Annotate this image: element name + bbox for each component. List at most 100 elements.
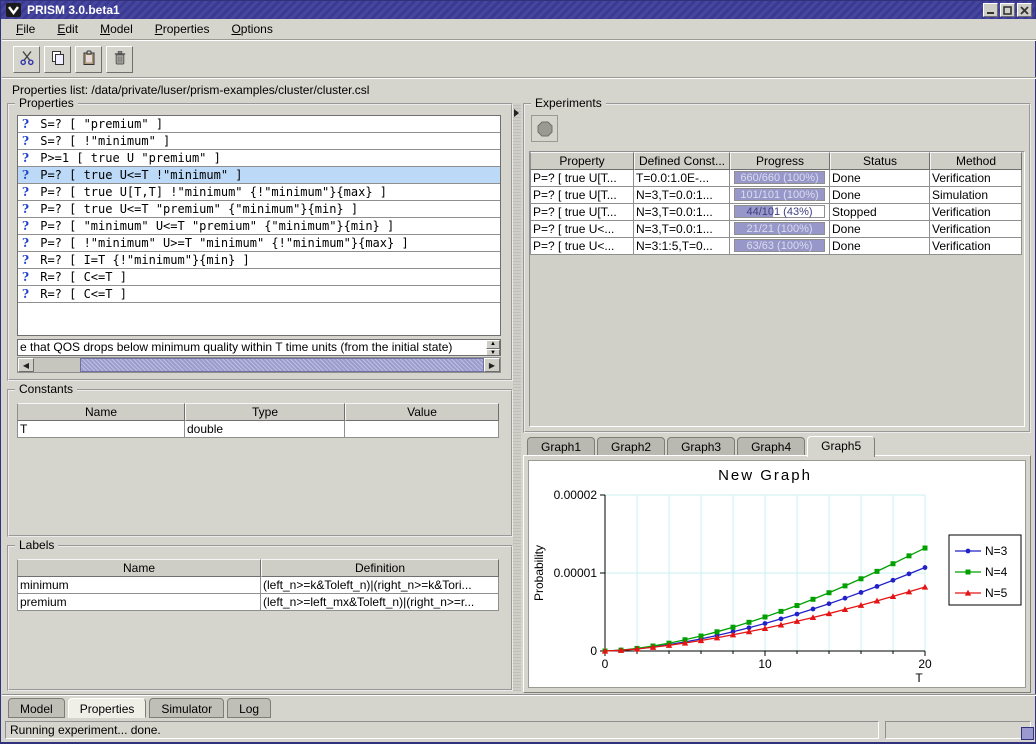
property-text: R=? [ C<=T ]	[33, 269, 127, 285]
scroll-left-button[interactable]: ◀	[18, 358, 34, 372]
experiment-progress: 63/63 (100%)	[730, 238, 830, 255]
spinner-down-icon[interactable]: ▼	[486, 349, 500, 356]
chart-panel[interactable]: 0102000.000010.00002New GraphTProbabilit…	[528, 460, 1026, 688]
constants-col-0[interactable]: Name	[17, 403, 185, 421]
svg-text:20: 20	[918, 657, 932, 671]
stop-experiment-button[interactable]	[531, 115, 558, 142]
property-row[interactable]: ? P=? [ true U<=T !"minimum" ]	[18, 167, 500, 184]
svg-text:N=5: N=5	[985, 586, 1008, 600]
app-window: PRISM 3.0.beta1 FileEditModelPropertiesO…	[0, 0, 1036, 744]
close-button[interactable]	[1017, 3, 1032, 17]
graph-tab-panel: 0102000.000010.00002New GraphTProbabilit…	[523, 455, 1031, 693]
graph-tab-graph5[interactable]: Graph5	[807, 436, 875, 457]
spinner-up-icon[interactable]: ▲	[486, 340, 500, 349]
svg-text:N=3: N=3	[985, 544, 1008, 558]
progress-bar: 44/101 (43%)	[734, 205, 825, 218]
properties-group: Properties ? S=? [ "premium" ]? S=? [ !"…	[7, 103, 513, 381]
menu-bar: File Edit Model Properties Options	[2, 19, 1036, 40]
resize-grip[interactable]	[1021, 727, 1034, 740]
property-text: R=? [ I=T {!"minimum"}{min} ]	[33, 252, 250, 268]
experiments-col-3[interactable]: Status	[830, 152, 930, 170]
constants-table[interactable]: NameTypeValueTdouble	[17, 403, 499, 438]
constants-col-1[interactable]: Type	[185, 403, 345, 421]
menu-options[interactable]: Options	[225, 19, 278, 40]
window-menu-icon[interactable]	[6, 3, 21, 17]
experiments-col-4[interactable]: Method	[930, 152, 1022, 170]
main-tab-log[interactable]: Log	[227, 698, 271, 718]
progress-text: 660/660 (100%)	[735, 172, 824, 183]
property-row[interactable]: ? P=? [ true U[T,T] !"minimum" {!"minimu…	[18, 184, 500, 201]
property-row[interactable]: ? P=? [ "minimum" U<=T "premium" {"minim…	[18, 218, 500, 235]
property-comment-row[interactable]: e that QOS drops below minimum quality w…	[17, 339, 501, 356]
progress-bar: 21/21 (100%)	[734, 222, 825, 235]
graph-tab-graph4[interactable]: Graph4	[737, 437, 805, 456]
properties-list[interactable]: ? S=? [ "premium" ]? S=? [ !"minimum" ]?…	[17, 115, 501, 336]
main-tab-simulator[interactable]: Simulator	[149, 698, 224, 718]
maximize-button[interactable]	[1000, 3, 1015, 17]
experiment-status: Done	[830, 221, 930, 238]
labels-table[interactable]: NameDefinitionminimum(left_n>=k&Toleft_n…	[17, 559, 499, 611]
experiment-constants: N=3:1:5,T=0...	[634, 238, 730, 255]
experiment-row[interactable]: P=? [ true U<...N=3:1:5,T=0...63/63 (100…	[530, 238, 1024, 255]
menu-model[interactable]: Model	[94, 19, 139, 40]
experiments-col-2[interactable]: Progress	[730, 152, 830, 170]
experiment-method: Verification	[930, 170, 1022, 187]
menu-properties[interactable]: Properties	[149, 19, 216, 40]
labels-col-1[interactable]: Definition	[261, 559, 499, 577]
horizontal-scrollbar[interactable]: ◀ ▶	[17, 357, 501, 373]
property-row[interactable]: ? R=? [ C<=T ]	[18, 286, 500, 303]
menu-edit[interactable]: Edit	[51, 19, 84, 40]
main-tab-properties[interactable]: Properties	[68, 698, 147, 718]
property-text: S=? [ "premium" ]	[33, 116, 163, 132]
menu-file[interactable]: File	[10, 19, 41, 40]
property-row[interactable]: ? P>=1 [ true U "premium" ]	[18, 150, 500, 167]
divider-collapse-icon[interactable]	[514, 109, 519, 117]
copy-button[interactable]	[44, 46, 71, 73]
property-row[interactable]: ? P=? [ !"minimum" U>=T "minimum" {!"min…	[18, 235, 500, 252]
paste-button[interactable]	[75, 46, 102, 73]
property-row[interactable]: ? P=? [ true U<=T "premium" {"minimum"}{…	[18, 201, 500, 218]
property-row[interactable]: ? R=? [ I=T {!"minimum"}{min} ]	[18, 252, 500, 269]
graph-tab-graph3[interactable]: Graph3	[667, 437, 735, 456]
scissors-icon	[19, 50, 35, 69]
experiments-col-1[interactable]: Defined Const...	[634, 152, 730, 170]
graph-tab-graph2[interactable]: Graph2	[597, 437, 665, 456]
labels-group: Labels NameDefinitionminimum(left_n>=k&T…	[7, 545, 513, 691]
comment-spinner[interactable]: ▲▼	[486, 340, 500, 355]
delete-button[interactable]	[106, 46, 133, 73]
cut-button[interactable]	[13, 46, 40, 73]
constants-row[interactable]: Tdouble	[17, 421, 499, 438]
scrollbar-track[interactable]	[34, 358, 484, 372]
experiment-progress: 101/101 (100%)	[730, 187, 830, 204]
clipboard-icon	[81, 50, 97, 69]
property-row[interactable]: ? S=? [ "premium" ]	[18, 116, 500, 133]
labels-row[interactable]: minimum(left_n>=k&Toleft_n)|(right_n>=k&…	[17, 577, 499, 594]
toolbar	[2, 43, 1036, 78]
experiment-row[interactable]: P=? [ true U<...N=3,T=0.0:1...21/21 (100…	[530, 221, 1024, 238]
constants-group-title: Constants	[15, 383, 77, 396]
property-row[interactable]: ? R=? [ C<=T ]	[18, 269, 500, 286]
experiment-progress: 21/21 (100%)	[730, 221, 830, 238]
experiments-table[interactable]: PropertyDefined Const...ProgressStatusMe…	[530, 152, 1024, 255]
constants-col-2[interactable]: Value	[345, 403, 499, 421]
experiment-property: P=? [ true U[T...	[530, 204, 634, 221]
experiment-row[interactable]: P=? [ true U[T...N=3,T=0.0:1...101/101 (…	[530, 187, 1024, 204]
property-text: S=? [ !"minimum" ]	[33, 133, 170, 149]
minimize-button[interactable]	[983, 3, 998, 17]
split-pane-divider[interactable]	[513, 103, 521, 691]
scrollbar-thumb[interactable]	[80, 358, 484, 372]
experiments-col-0[interactable]: Property	[530, 152, 634, 170]
copy-icon	[50, 50, 66, 69]
labels-col-0[interactable]: Name	[17, 559, 261, 577]
scroll-right-button[interactable]: ▶	[484, 358, 500, 372]
question-mark-icon: ?	[18, 133, 33, 149]
labels-row[interactable]: premium(left_n>=left_mx&Toleft_n)|(right…	[17, 594, 499, 611]
experiment-row[interactable]: P=? [ true U[T...N=3,T=0.0:1...44/101 (4…	[530, 204, 1024, 221]
constants-cell	[345, 421, 499, 438]
properties-list-path-bar: Properties list: /data/private/luser/pri…	[2, 80, 1036, 100]
graph-tab-graph1[interactable]: Graph1	[527, 437, 595, 456]
property-row[interactable]: ? S=? [ !"minimum" ]	[18, 133, 500, 150]
main-tab-model[interactable]: Model	[8, 698, 65, 718]
experiment-row[interactable]: P=? [ true U[T...T=0.0:1.0E-...660/660 (…	[530, 170, 1024, 187]
title-bar[interactable]: PRISM 3.0.beta1	[1, 1, 1035, 19]
